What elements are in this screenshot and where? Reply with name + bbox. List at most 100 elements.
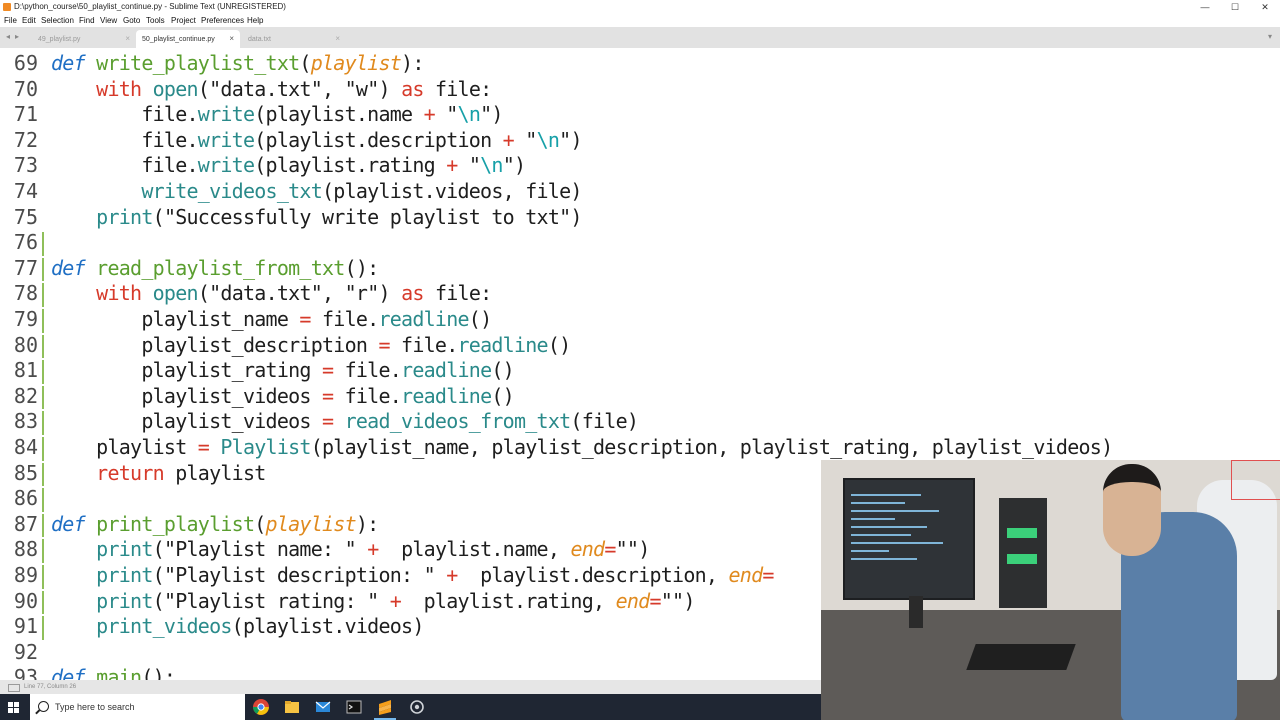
line-number: 78 (13, 281, 38, 306)
title-bar: D:\python_course\50_playlist_continue.py… (0, 0, 1280, 14)
modified-line-marker (42, 539, 44, 563)
code-line[interactable]: playlist_name = file.readline() (51, 307, 492, 331)
line-number: 92 (13, 639, 38, 664)
taskbar-search-box[interactable]: Type here to search (30, 694, 245, 720)
maximize-button[interactable]: ☐ (1220, 0, 1250, 14)
tab-50-playlist-continue[interactable]: 50_playlist_continue.py × (136, 30, 240, 48)
menu-project[interactable]: Project (171, 16, 196, 25)
menu-bar: File Edit Selection Find View Goto Tools… (0, 14, 1280, 27)
webcam-keyboard (966, 644, 1076, 670)
menu-help[interactable]: Help (247, 16, 263, 25)
code-line[interactable]: print("Successfully write playlist to tx… (51, 205, 582, 229)
tab-nav-left-icon[interactable]: ◂ (6, 32, 10, 41)
webcam-person-head (1103, 464, 1161, 556)
code-line[interactable]: print("Playlist rating: " + playlist.rat… (51, 589, 695, 613)
windows-start-icon[interactable] (8, 702, 19, 713)
tab-close-icon[interactable]: × (125, 34, 130, 43)
line-number: 91 (13, 614, 38, 639)
modified-line-marker (42, 385, 44, 410)
mail-icon[interactable] (314, 698, 332, 716)
line-number: 71 (13, 102, 38, 127)
code-line[interactable]: playlist_rating = file.readline() (51, 358, 514, 382)
modified-line-marker (42, 616, 44, 640)
line-number: 89 (13, 563, 38, 587)
menu-find[interactable]: Find (79, 16, 95, 25)
menu-tools[interactable]: Tools (146, 16, 165, 25)
webcam-overlay (821, 460, 1280, 720)
chrome-icon[interactable] (252, 698, 270, 716)
line-number: 74 (13, 179, 38, 203)
windows-taskbar: Type here to search (0, 694, 821, 720)
code-line[interactable]: def read_playlist_from_txt(): (51, 256, 379, 280)
webcam-monitor (843, 478, 975, 600)
close-button[interactable]: ✕ (1250, 0, 1280, 14)
code-line[interactable]: with open("data.txt", "r") as file: (51, 281, 492, 305)
line-number: 70 (13, 76, 38, 101)
modified-line-marker (42, 488, 44, 512)
terminal-icon[interactable] (345, 698, 363, 716)
tab-close-icon[interactable]: × (335, 34, 340, 43)
menu-selection[interactable]: Selection (41, 16, 74, 25)
line-number: 81 (13, 358, 38, 383)
status-bar: Line 77, Column 26 (0, 680, 821, 694)
line-number: 76 (13, 230, 38, 255)
search-placeholder: Type here to search (55, 702, 135, 712)
code-line[interactable]: def write_playlist_txt(playlist): (51, 51, 424, 75)
tab-nav-right-icon[interactable]: ▸ (15, 32, 19, 41)
code-line[interactable]: print_videos(playlist.videos) (51, 614, 424, 638)
code-line[interactable]: write_videos_txt(playlist.videos, file) (51, 179, 582, 203)
code-line[interactable]: playlist_videos = file.readline() (51, 384, 514, 408)
tab-label: data.txt (248, 36, 271, 43)
modified-line-marker (42, 257, 44, 282)
code-line[interactable]: with open("data.txt", "w") as file: (51, 77, 492, 101)
minimize-button[interactable]: — (1190, 0, 1220, 14)
code-line[interactable]: print("Playlist description: " + playlis… (51, 563, 774, 587)
modified-line-marker (42, 309, 44, 333)
modified-line-marker (42, 462, 44, 487)
code-line[interactable]: file.write(playlist.name + "\n") (51, 102, 503, 126)
code-line[interactable]: playlist = Playlist(playlist_name, playl… (51, 435, 1113, 459)
tab-close-icon[interactable]: × (229, 34, 234, 43)
code-line[interactable]: def main(): (51, 665, 176, 680)
tab-bar: ◂ ▸ 49_playlist.py × 50_playlist_continu… (0, 27, 1280, 49)
tab-data-txt[interactable]: data.txt × (242, 30, 346, 48)
menu-preferences[interactable]: Preferences (201, 16, 244, 25)
webcam-pc-case (999, 498, 1047, 608)
panel-toggle-icon[interactable] (8, 684, 20, 692)
line-number: 83 (13, 409, 38, 434)
code-line[interactable]: print("Playlist name: " + playlist.name,… (51, 537, 650, 561)
settings-icon[interactable] (408, 698, 426, 716)
line-number: 77 (13, 255, 38, 280)
line-number: 86 (13, 486, 38, 511)
modified-line-marker (42, 513, 44, 538)
tab-dropdown-icon[interactable]: ▾ (1268, 32, 1272, 41)
modified-line-marker (42, 232, 44, 256)
tab-label: 50_playlist_continue.py (142, 36, 215, 43)
sublime-text-icon[interactable] (376, 698, 394, 716)
tab-label: 49_playlist.py (38, 36, 81, 43)
modified-line-marker (42, 590, 44, 615)
code-line[interactable]: file.write(playlist.rating + "\n") (51, 153, 526, 177)
file-explorer-icon[interactable] (283, 698, 301, 716)
modified-line-marker (42, 565, 44, 589)
line-number: 69 (13, 51, 38, 75)
modified-line-marker (42, 283, 44, 307)
modified-line-marker (42, 437, 44, 461)
menu-view[interactable]: View (100, 16, 117, 25)
line-number: 72 (13, 127, 38, 152)
line-number: 90 (13, 588, 38, 613)
code-line[interactable]: playlist_description = file.readline() (51, 333, 571, 357)
modified-line-marker (42, 411, 44, 435)
tab-49-playlist[interactable]: 49_playlist.py × (32, 30, 136, 48)
code-line[interactable]: return playlist (51, 461, 266, 485)
menu-edit[interactable]: Edit (22, 16, 36, 25)
menu-file[interactable]: File (4, 16, 17, 25)
cursor-position: Line 77, Column 26 (24, 684, 77, 690)
window-title: D:\python_course\50_playlist_continue.py… (14, 2, 286, 11)
code-line[interactable]: file.write(playlist.description + "\n") (51, 128, 582, 152)
code-line[interactable]: def print_playlist(playlist): (51, 512, 379, 536)
line-number: 85 (13, 460, 38, 485)
line-number: 79 (13, 307, 38, 331)
code-line[interactable]: playlist_videos = read_videos_from_txt(f… (51, 409, 639, 433)
menu-goto[interactable]: Goto (123, 16, 140, 25)
